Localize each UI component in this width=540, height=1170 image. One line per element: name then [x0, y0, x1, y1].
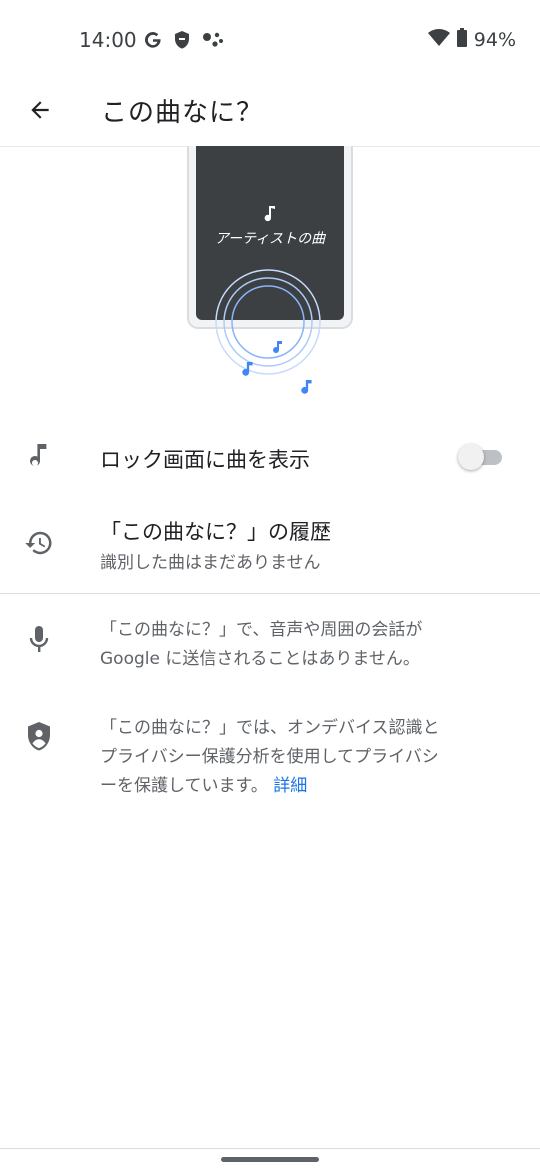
status-notification-icons — [143, 30, 225, 54]
status-system-icons: 94% — [427, 28, 516, 52]
history-subtitle: 識別した曲はまだありません — [100, 553, 321, 573]
wifi-icon — [427, 28, 450, 52]
back-button[interactable] — [18, 90, 62, 134]
navigation-divider — [0, 1148, 540, 1149]
history-title: 「この曲なに？」の履歴 — [100, 520, 331, 544]
privacy-info-line: プライバシー保護分析を使用してプライバシ — [100, 747, 439, 767]
lock-screen-setting[interactable]: ロック画面に曲を表示 — [0, 430, 540, 486]
now-playing-text: アーティストの曲 — [214, 231, 326, 247]
privacy-info-line-text: ーを保護しています。 — [100, 776, 268, 796]
privacy-shield-icon — [22, 720, 56, 754]
now-playing-illustration: アーティストの曲 — [0, 146, 540, 416]
gesture-navigation-handle[interactable] — [221, 1157, 319, 1162]
mic-info-line: 「この曲なに？」で、音声や周囲の会話が — [100, 620, 423, 640]
mic-info: 「この曲なに？」で、音声や周囲の会話が Google に送信されることはありませ… — [0, 614, 540, 678]
page-title: この曲なに？ — [101, 98, 264, 128]
mic-info-line: Google に送信されることはありません。 — [100, 649, 420, 669]
blue-music-note-icon — [241, 362, 255, 382]
lock-screen-toggle[interactable] — [458, 443, 504, 471]
privacy-info-line-3: ーを保護しています。 詳細 — [100, 772, 500, 801]
section-divider — [0, 593, 540, 594]
mic-info-text: 「この曲なに？」で、音声や周囲の会話が Google に送信されることはありませ… — [100, 616, 500, 674]
blue-music-note-icon — [300, 380, 314, 400]
google-g-icon — [143, 30, 163, 54]
music-note-icon — [22, 441, 56, 475]
arrow-back-icon — [27, 97, 53, 127]
lock-screen-label: ロック画面に曲を表示 — [100, 448, 310, 472]
privacy-info-text: 「この曲なに？」では、オンデバイス認識と プライバシー保護分析を使用してプライバ… — [100, 714, 500, 801]
status-bar: 14:00 94% — [0, 0, 540, 84]
assistant-icon — [201, 30, 225, 54]
mic-icon — [22, 622, 56, 656]
privacy-info-line: 「この曲なに？」では、オンデバイス認識と — [100, 718, 440, 738]
app-bar: この曲なに？ — [0, 84, 540, 147]
status-time: 14:00 — [79, 28, 137, 52]
battery-icon — [456, 28, 468, 52]
privacy-info: 「この曲なに？」では、オンデバイス認識と プライバシー保護分析を使用してプライバ… — [0, 712, 540, 804]
learn-more-link[interactable]: 詳細 — [273, 776, 307, 796]
battery-percentage: 94% — [473, 29, 516, 51]
history-setting[interactable]: 「この曲なに？」の履歴 識別した曲はまだありません — [0, 510, 540, 580]
blue-music-note-icon — [272, 340, 284, 359]
shield-icon — [173, 30, 191, 54]
history-icon — [22, 526, 56, 560]
